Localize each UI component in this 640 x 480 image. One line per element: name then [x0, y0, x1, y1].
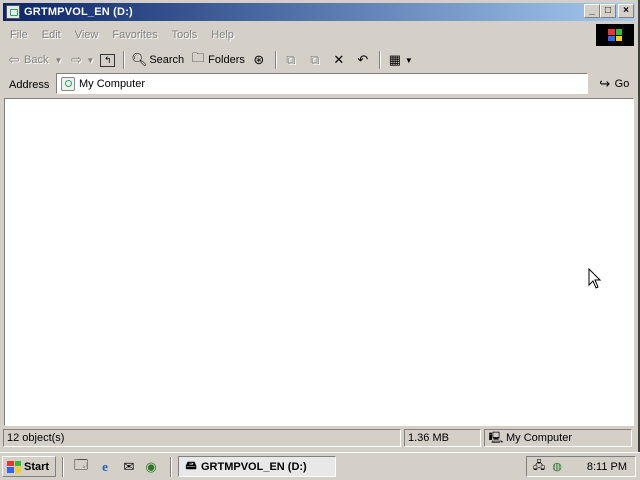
- back-dropdown-icon: ▼: [54, 55, 63, 65]
- status-objects-text: 12 object(s): [7, 432, 65, 444]
- folders-icon: 🗀: [191, 50, 205, 65]
- window-title: GRTMPVOL_EN (D:): [24, 6, 133, 18]
- go-button[interactable]: ↪ Go: [593, 73, 633, 94]
- status-location-text: My Computer: [506, 432, 573, 444]
- computer-icon: 🖳: [488, 431, 504, 444]
- move-to-icon: ⧉: [286, 52, 296, 67]
- back-arrow-icon: ⇦: [8, 52, 20, 67]
- menu-bar: File Edit View Favorites Tools Help: [3, 24, 635, 46]
- views-icon: ▦: [388, 52, 401, 67]
- search-button[interactable]: 🔍︎ Search: [128, 49, 187, 71]
- volume-icon[interactable]: ◍: [549, 459, 565, 475]
- back-button[interactable]: ⇦ Back ▼: [3, 49, 65, 71]
- start-flag-icon: [7, 460, 21, 473]
- up-folder-icon: ↰: [100, 53, 116, 67]
- toolbar-separator: [378, 51, 381, 69]
- menu-help[interactable]: Help: [204, 29, 241, 41]
- go-arrow-icon: ↪: [599, 75, 611, 91]
- task-button-explorer[interactable]: 🖴 GRTMPVOL_EN (D:): [178, 456, 336, 477]
- clock[interactable]: 8:11 PM: [587, 461, 627, 473]
- address-label: Address: [9, 78, 50, 91]
- task-button-label: GRTMPVOL_EN (D:): [201, 460, 307, 473]
- status-size: 1.36 MB: [404, 429, 481, 447]
- go-label: Go: [614, 77, 630, 90]
- minimize-icon: _: [589, 5, 595, 16]
- folders-button[interactable]: 🗀 Folders: [187, 49, 248, 71]
- menu-edit[interactable]: Edit: [35, 29, 68, 41]
- start-label: Start: [24, 460, 50, 473]
- views-dropdown-icon: ▼: [404, 55, 413, 65]
- menu-tools[interactable]: Tools: [165, 29, 205, 41]
- history-icon: ⊛: [253, 52, 265, 67]
- forward-dropdown-icon: ▼: [86, 55, 95, 65]
- menu-favorites[interactable]: Favorites: [105, 29, 164, 41]
- close-button[interactable]: ×: [618, 4, 634, 18]
- taskbar: Start 🗔 e ✉ ◉ 🖴 GRTMPVOL_EN (D:) 🖧 ◍ 8:1…: [0, 452, 640, 480]
- drive-icon: [6, 5, 20, 19]
- forward-arrow-icon: ⇨: [70, 52, 82, 67]
- menu-file[interactable]: File: [3, 29, 35, 41]
- forward-button[interactable]: ⇨ ▼: [65, 49, 97, 71]
- delete-button[interactable]: ✕: [328, 49, 352, 71]
- status-bar: 12 object(s) 1.36 MB 🖳 My Computer: [3, 429, 635, 448]
- minimize-button[interactable]: _: [584, 4, 600, 18]
- start-button[interactable]: Start: [2, 456, 56, 477]
- taskbar-separator: [170, 457, 172, 477]
- explorer-window: GRTMPVOL_EN (D:) _ □ × File Edit View Fa…: [0, 0, 640, 452]
- show-desktop-icon[interactable]: 🗔: [72, 457, 90, 476]
- menu-view[interactable]: View: [68, 29, 106, 41]
- back-label: Back: [24, 54, 49, 66]
- outlook-express-icon[interactable]: ✉: [120, 458, 138, 476]
- copy-to-icon: ⧉: [310, 52, 320, 67]
- folder-content-area[interactable]: [4, 98, 634, 426]
- folders-label: Folders: [208, 54, 245, 66]
- my-computer-icon: [61, 76, 75, 91]
- search-icon: 🔍︎: [131, 52, 148, 67]
- views-button[interactable]: ▦ ▼: [384, 49, 416, 71]
- status-objects: 12 object(s): [3, 429, 401, 447]
- history-button[interactable]: ⊛: [248, 49, 272, 71]
- standard-toolbar: ⇦ Back ▼ ⇨ ▼ ↰ 🔍︎ Search 🗀 Folders ⊛ ⧉ ⧉: [3, 48, 635, 72]
- toolbar-separator: [274, 51, 277, 69]
- toolbar-separator: [123, 51, 126, 69]
- address-bar: Address My Computer ↪ Go: [3, 73, 635, 96]
- maximize-button[interactable]: □: [600, 4, 616, 18]
- maximize-icon: □: [604, 5, 612, 16]
- mouse-cursor-icon: [588, 268, 602, 289]
- internet-explorer-icon[interactable]: e: [96, 458, 114, 476]
- undo-icon: ↶: [357, 52, 369, 67]
- copy-to-button[interactable]: ⧉: [304, 49, 328, 71]
- address-value: My Computer: [79, 77, 146, 90]
- media-player-icon[interactable]: ◉: [142, 458, 160, 476]
- move-to-button[interactable]: ⧉: [280, 49, 304, 71]
- windows-logo: [596, 24, 634, 46]
- delete-icon: ✕: [333, 52, 345, 67]
- undo-button[interactable]: ↶: [352, 49, 376, 71]
- address-field[interactable]: My Computer: [56, 73, 588, 94]
- drive-icon: 🖴: [185, 460, 197, 472]
- network-icon[interactable]: 🖧: [531, 459, 547, 475]
- status-location: 🖳 My Computer: [484, 429, 632, 447]
- title-bar[interactable]: GRTMPVOL_EN (D:): [3, 3, 635, 21]
- windows-flag-icon: [608, 29, 622, 41]
- close-icon: ×: [623, 5, 629, 16]
- search-label: Search: [149, 54, 185, 66]
- up-folder-button[interactable]: ↰: [97, 49, 120, 71]
- status-size-text: 1.36 MB: [408, 432, 449, 444]
- taskbar-separator: [62, 457, 64, 477]
- system-tray: 🖧 ◍ 8:11 PM: [526, 456, 636, 477]
